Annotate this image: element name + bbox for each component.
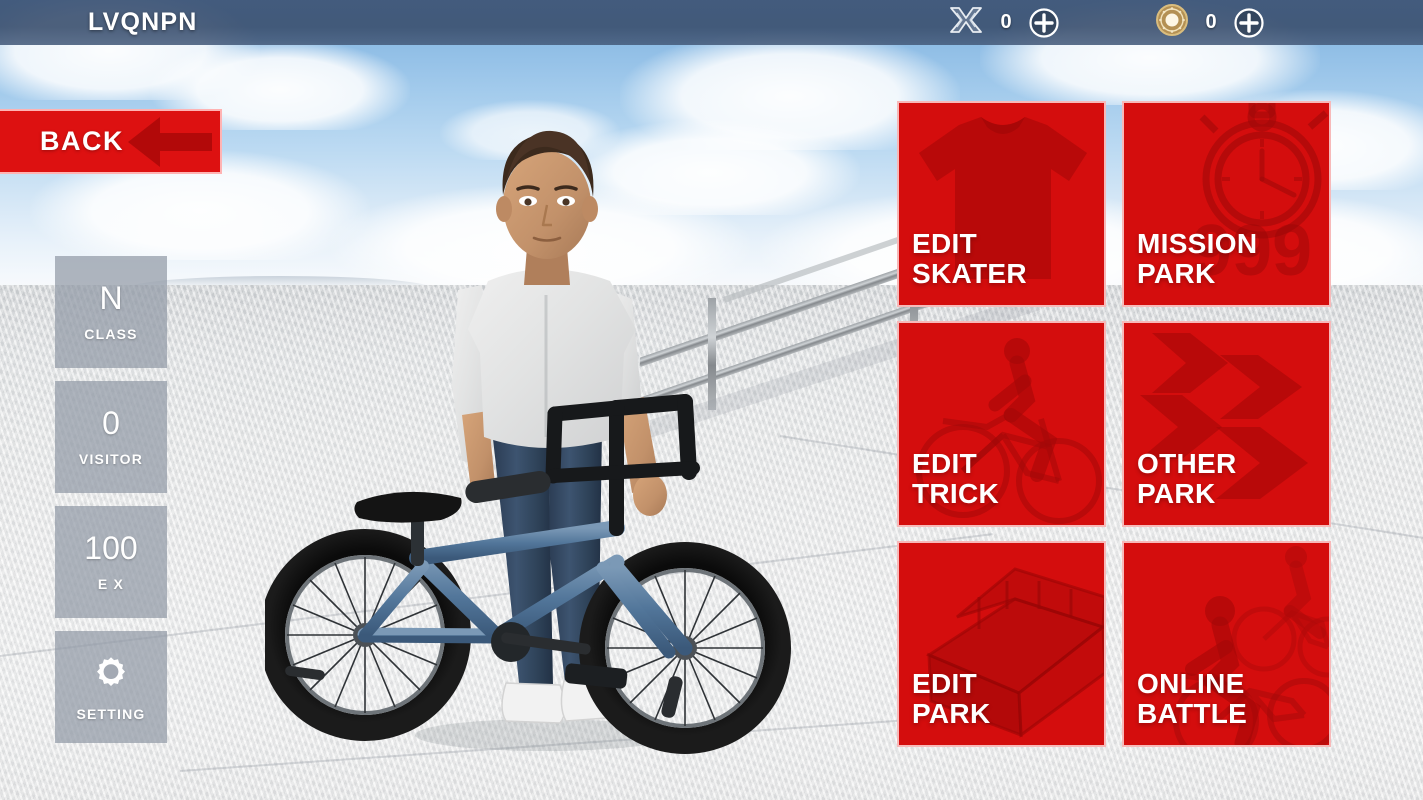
menu-tile-other-park[interactable]: OTHER PARK [1122,321,1331,527]
menu-tile-mission-park[interactable]: 999 MISSION PARK [1122,101,1331,307]
gear-icon [93,653,129,694]
menu-tile-edit-park[interactable]: EDIT PARK [897,541,1106,747]
ex-value: 100 [84,530,138,566]
stat-tile-visitor[interactable]: 0 VISITOR [55,381,167,493]
visitor-label: VISITOR [78,451,144,467]
game-screen: LVQNPN 0 0 BACK N CLASS 0 VISITOR 100 E … [0,0,1423,800]
coin-icon [1155,3,1189,42]
stats-sidebar: N CLASS 0 VISITOR 100 E X SETTING [55,256,167,756]
menu-tile-label: EDIT TRICK [912,447,1000,509]
menu-tile-edit-skater[interactable]: EDIT SKATER [897,101,1106,307]
currency-coin: 0 [1155,0,1265,45]
visitor-value: 0 [102,405,120,441]
currency-x-ticket: 0 [948,0,1060,45]
setting-label: SETTING [76,705,146,722]
menu-tile-online-battle[interactable]: ONLINE BATTLE [1122,541,1331,747]
back-button-label: BACK [40,126,124,156]
menu-tile-edit-trick[interactable]: EDIT TRICK [897,321,1106,527]
back-arrow-icon [126,113,214,171]
stat-tile-setting[interactable]: SETTING [55,631,167,743]
menu-tile-label: ONLINE BATTLE [1137,667,1248,729]
main-menu-grid: EDIT SKATER 999 MISSION PARK EDIT TRICK … [897,101,1331,758]
coin-count: 0 [1205,11,1217,33]
x-ticket-icon [948,5,984,40]
class-label: CLASS [84,326,138,342]
top-status-bar: LVQNPN 0 0 [0,0,1423,45]
menu-tile-label: MISSION PARK [1137,227,1258,289]
stat-tile-ex[interactable]: 100 E X [55,506,167,618]
add-x-ticket-button[interactable] [1028,7,1060,39]
x-ticket-count: 0 [1000,11,1012,33]
menu-tile-label: EDIT SKATER [912,227,1027,289]
class-value: N [99,280,123,316]
add-coin-button[interactable] [1233,7,1265,39]
player-character [265,85,791,765]
ex-label: E X [97,576,125,592]
menu-tile-label: OTHER PARK [1137,447,1237,509]
back-button[interactable]: BACK [0,109,222,174]
app-title: LVQNPN [88,8,198,36]
menu-tile-label: EDIT PARK [912,667,991,729]
stat-tile-class[interactable]: N CLASS [55,256,167,368]
